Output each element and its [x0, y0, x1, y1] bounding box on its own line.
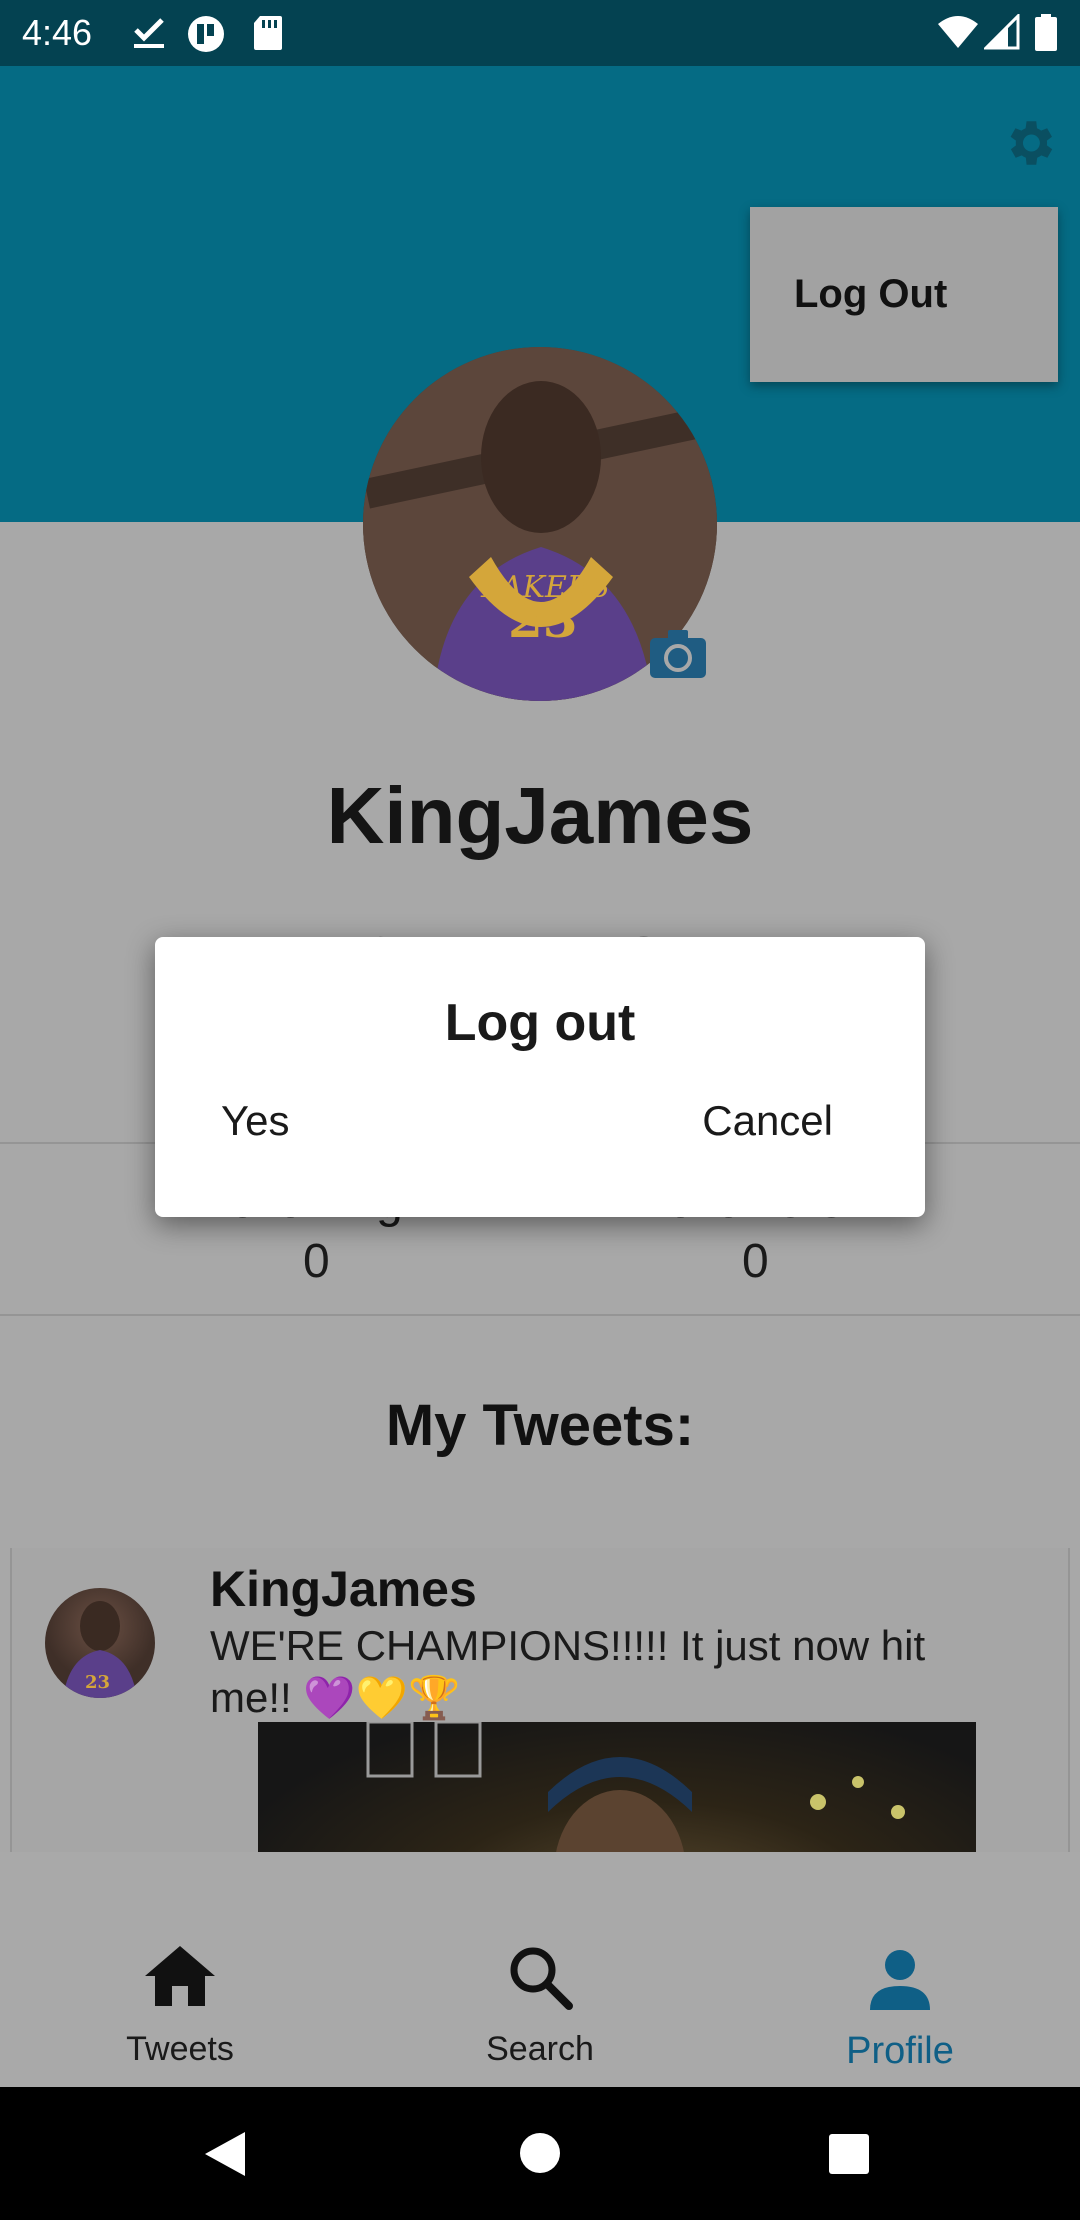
tweet-text: WE'RE CHAMPIONS!!!!! It just now hit me!…	[210, 1622, 926, 1721]
home-icon	[145, 1946, 215, 2006]
logout-menu-label: Log Out	[794, 272, 948, 316]
nav-profile[interactable]: Profile	[720, 1852, 1080, 2072]
search-icon	[510, 1947, 573, 2010]
bottom-navigation: Tweets Search Profile	[0, 1852, 1080, 2087]
svg-text:23: 23	[85, 1672, 110, 1693]
my-tweets-title: My Tweets:	[385, 1393, 695, 1458]
download-check-icon	[134, 18, 164, 48]
back-icon[interactable]	[203, 2130, 247, 2178]
status-time: 4:46	[22, 12, 93, 53]
logout-menu-item[interactable]: Log Out	[750, 207, 1058, 382]
person-icon	[870, 1950, 930, 2010]
nav-profile-label: Profile	[846, 2030, 954, 2072]
nav-tweets[interactable]: Tweets	[0, 1852, 360, 2068]
home-button-icon[interactable]	[519, 2132, 561, 2174]
divider	[0, 1314, 1080, 1316]
system-navigation-bar	[0, 2087, 1080, 2220]
profile-username: KingJames	[326, 771, 754, 860]
gear-icon[interactable]	[1000, 114, 1058, 172]
recents-icon[interactable]	[828, 2133, 870, 2175]
followers-count: 0	[742, 1235, 769, 1288]
app-notification-icon	[188, 16, 224, 52]
battery-icon	[1035, 14, 1057, 51]
tweet-avatar: 23	[45, 1588, 155, 1698]
nav-search[interactable]: Search	[360, 1852, 720, 2068]
camera-icon[interactable]	[648, 626, 708, 682]
nav-search-label: Search	[486, 2030, 594, 2068]
following-count: 0	[303, 1235, 330, 1288]
sd-card-icon	[254, 16, 282, 50]
tweet-avatar-photo: 23	[63, 1601, 137, 1698]
yes-button[interactable]: Yes	[221, 1097, 290, 1145]
cancel-button[interactable]: Cancel	[702, 1097, 833, 1145]
svg-text:LAKERS: LAKERS	[480, 570, 610, 605]
nav-tweets-label: Tweets	[126, 2030, 234, 2068]
logout-dialog: Log out Yes Cancel	[155, 937, 925, 1217]
cell-signal-icon	[984, 14, 1020, 50]
dialog-title: Log out	[444, 994, 636, 1052]
status-bar: 4:46	[0, 0, 1080, 66]
tweet-username: KingJames	[210, 1561, 477, 1617]
wifi-icon	[938, 16, 978, 48]
